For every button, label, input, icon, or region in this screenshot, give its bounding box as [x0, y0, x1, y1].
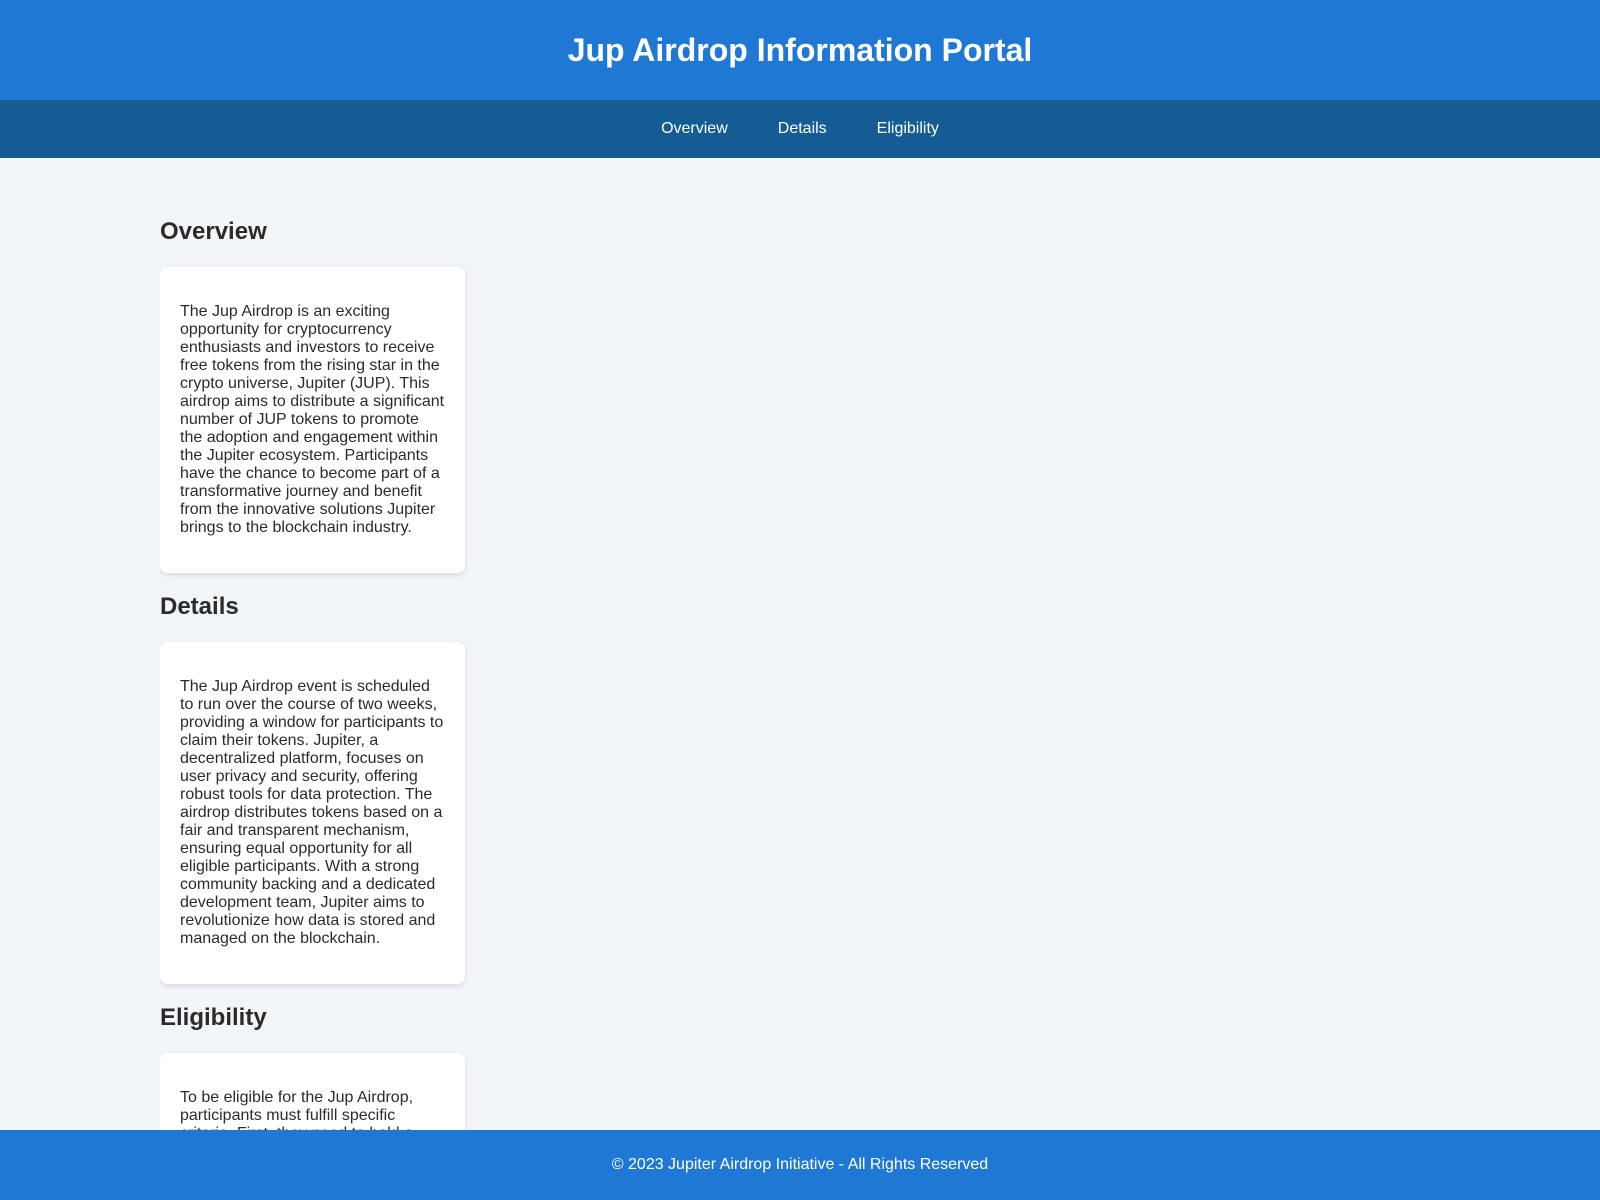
site-footer: © 2023 Jupiter Airdrop Initiative - All … [0, 1130, 1600, 1200]
eligibility-card: To be eligible for the Jup Airdrop, part… [160, 1053, 465, 1130]
overview-heading: Overview [160, 218, 267, 245]
eligibility-text: To be eligible for the Jup Airdrop, part… [180, 1089, 414, 1130]
nav-link-details[interactable]: Details [778, 120, 827, 138]
details-heading: Details [160, 593, 239, 620]
main-content: Overview The Jup Airdrop is an exciting … [160, 158, 480, 1130]
main-nav: Overview Details Eligibility [0, 100, 1600, 158]
site-header: Jup Airdrop Information Portal [0, 0, 1600, 100]
overview-text: The Jup Airdrop is an exciting opportuni… [180, 303, 445, 536]
details-text: The Jup Airdrop event is scheduled to ru… [180, 678, 444, 947]
nav-link-eligibility[interactable]: Eligibility [877, 120, 939, 138]
page-title: Jup Airdrop Information Portal [567, 31, 1033, 68]
overview-card: The Jup Airdrop is an exciting opportuni… [160, 267, 465, 573]
eligibility-heading: Eligibility [160, 1004, 267, 1031]
nav-link-overview[interactable]: Overview [661, 120, 728, 138]
details-card: The Jup Airdrop event is scheduled to ru… [160, 642, 465, 984]
copyright-text: © 2023 Jupiter Airdrop Initiative - All … [611, 1156, 989, 1173]
